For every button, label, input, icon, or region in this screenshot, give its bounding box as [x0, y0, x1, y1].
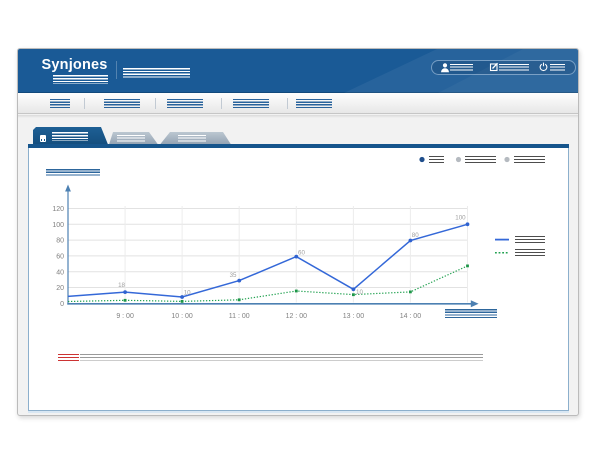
svg-text:14 : 00: 14 : 00 [400, 313, 422, 320]
svg-text:60: 60 [298, 250, 305, 257]
svg-text:9 : 00: 9 : 00 [116, 313, 134, 320]
svg-text:120: 120 [52, 206, 64, 213]
svg-text:0: 0 [60, 301, 64, 308]
svg-text:12 : 00: 12 : 00 [286, 313, 308, 320]
svg-text:20: 20 [56, 285, 64, 292]
svg-text:10: 10 [184, 289, 191, 296]
svg-text:100: 100 [52, 222, 64, 229]
svg-text:10 : 00: 10 : 00 [171, 313, 193, 320]
svg-text:40: 40 [56, 269, 64, 276]
svg-text:18: 18 [118, 282, 125, 289]
svg-text:100: 100 [455, 214, 466, 221]
svg-text:10: 10 [356, 289, 363, 296]
svg-text:35: 35 [230, 272, 237, 279]
svg-text:80: 80 [412, 232, 419, 239]
svg-text:60: 60 [56, 254, 64, 261]
svg-text:13 : 00: 13 : 00 [343, 313, 365, 320]
svg-text:80: 80 [56, 238, 64, 245]
svg-text:11 : 00: 11 : 00 [229, 313, 250, 320]
